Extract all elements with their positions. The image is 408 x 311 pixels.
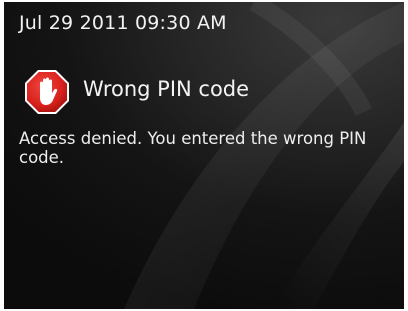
datetime-label: Jul 29 2011 09:30 AM <box>19 12 227 34</box>
stop-hand-icon <box>25 70 69 114</box>
dialog-message: Access denied. You entered the wrong PIN… <box>19 129 367 167</box>
dialog-title: Wrong PIN code <box>83 77 250 101</box>
device-screen: Jul 29 2011 09:30 AM Wrong PIN code Acce… <box>4 2 404 309</box>
